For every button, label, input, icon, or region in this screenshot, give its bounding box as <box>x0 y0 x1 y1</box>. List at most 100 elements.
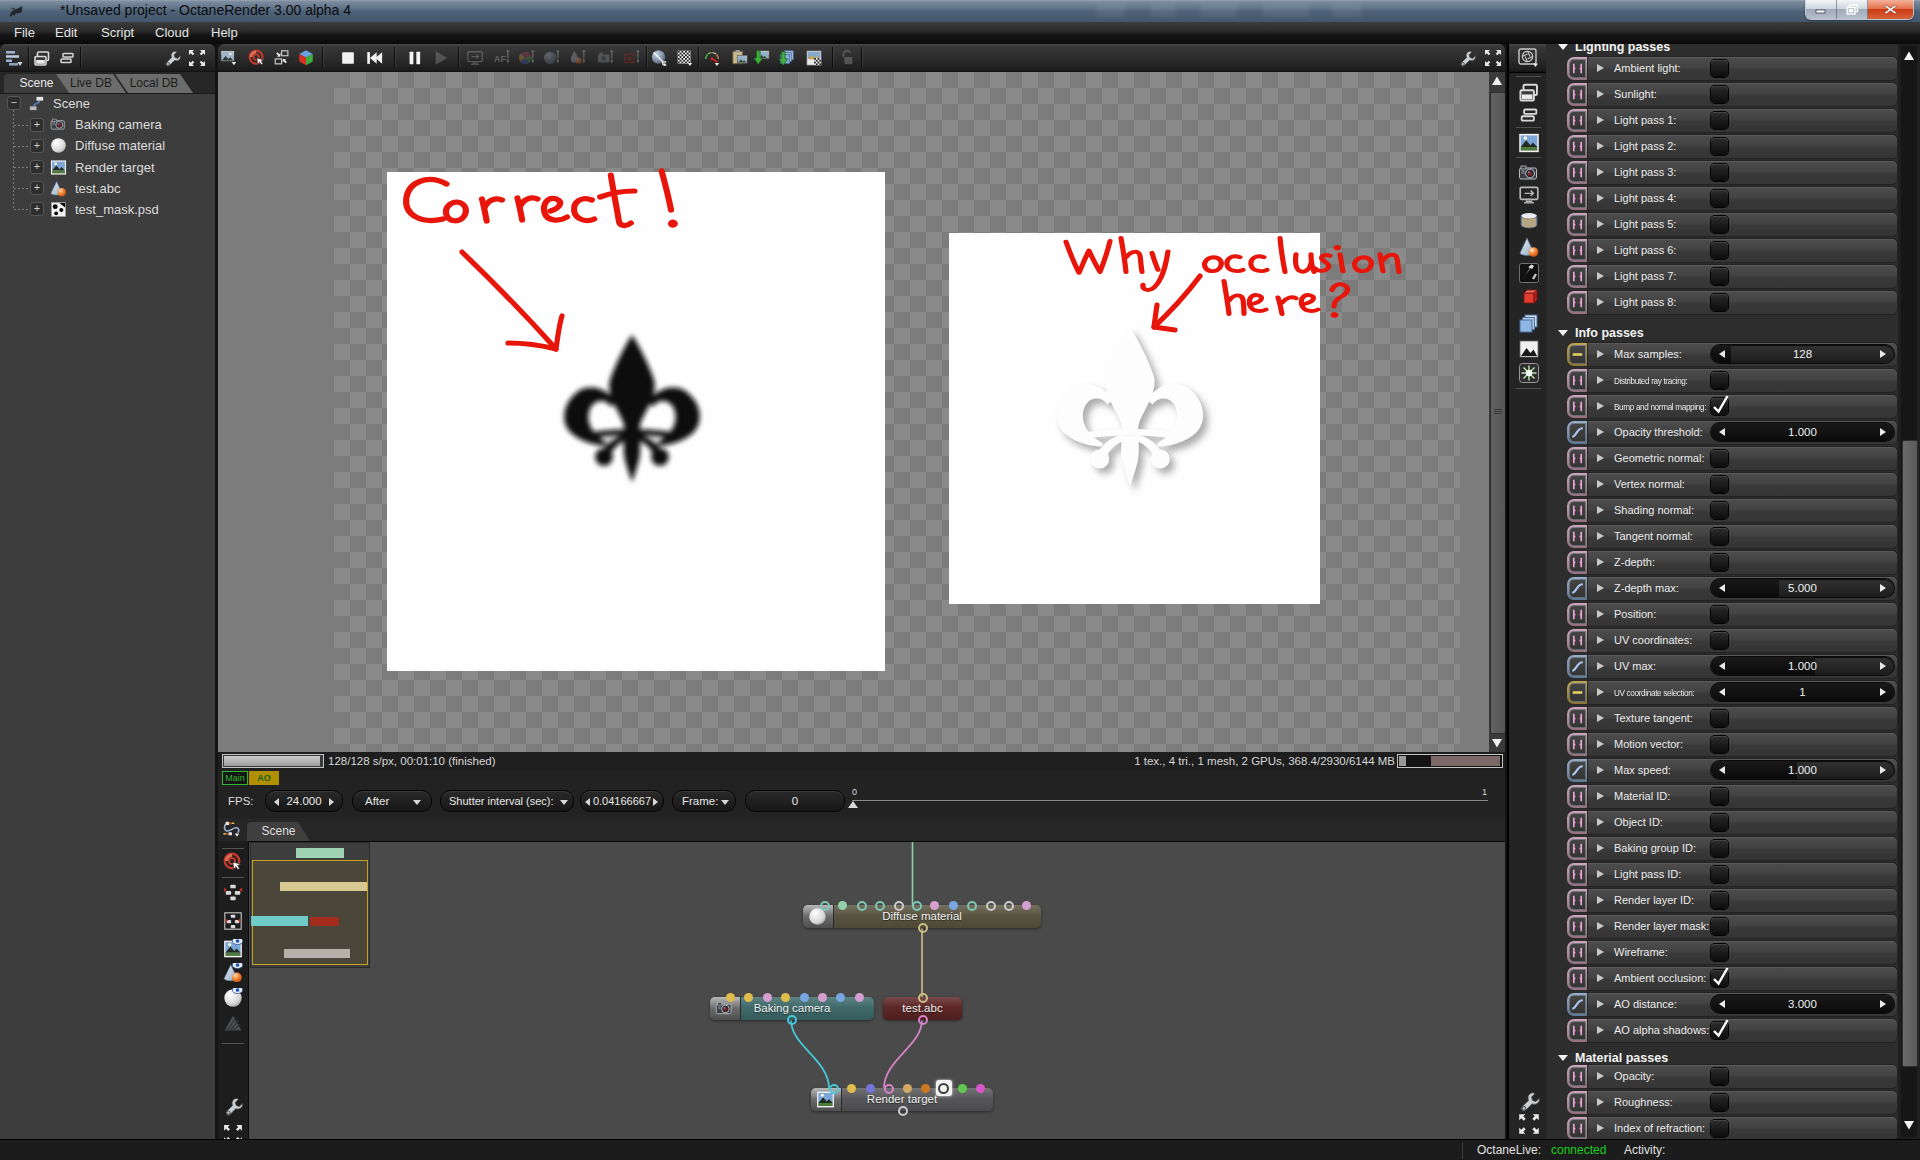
photo-icon[interactable] <box>1518 132 1540 154</box>
checkbox-unchecked[interactable] <box>1711 918 1728 935</box>
section-lighting-passes[interactable]: Lighting passes <box>1546 44 1920 57</box>
checkbox-checked[interactable] <box>1711 970 1728 987</box>
checkbox-unchecked[interactable] <box>1711 736 1728 753</box>
slider[interactable]: 1.000 <box>1711 657 1894 675</box>
monitor-loop-icon[interactable] <box>1518 184 1540 206</box>
slider[interactable]: 128 <box>1711 345 1894 363</box>
bool-pin-icon[interactable] <box>1567 395 1588 418</box>
bool-pin-icon[interactable] <box>1567 291 1588 314</box>
checkbox-unchecked[interactable] <box>1711 164 1728 181</box>
node-pin-selected[interactable] <box>936 1080 952 1096</box>
texture-view-icon[interactable] <box>223 1013 243 1033</box>
stepper-right-icon[interactable] <box>329 798 334 806</box>
expander-icon[interactable] <box>1597 1072 1604 1080</box>
slider[interactable]: 3.000 <box>1711 995 1894 1013</box>
slider-left-icon[interactable] <box>1719 662 1725 670</box>
bw-image-icon[interactable] <box>1518 338 1540 360</box>
float-pin-icon[interactable] <box>1567 577 1588 600</box>
bool-pin-icon[interactable] <box>1567 1091 1588 1114</box>
material-view-icon[interactable] <box>223 988 243 1008</box>
expander-icon[interactable] <box>1597 116 1604 124</box>
node-pin[interactable] <box>818 993 827 1002</box>
node-graph-tab-scene[interactable]: Scene <box>247 822 310 841</box>
stepper-right-icon[interactable] <box>653 798 658 806</box>
bool-pin-icon[interactable] <box>1567 525 1588 548</box>
expand-toggle[interactable]: + <box>30 139 44 153</box>
expander-icon[interactable] <box>1597 636 1604 644</box>
checkbox-checked[interactable] <box>1711 1022 1728 1039</box>
tile-windows-icon[interactable] <box>58 49 76 67</box>
checkbox-unchecked[interactable] <box>1711 502 1728 519</box>
frame-value-box[interactable]: 0 <box>745 790 845 812</box>
environment-icon[interactable] <box>1518 210 1540 232</box>
bool-pin-icon[interactable] <box>1567 135 1588 158</box>
slider-left-icon[interactable] <box>1719 350 1725 358</box>
shutter-alignment-dropdown[interactable]: After <box>352 790 432 812</box>
aperture-dropdown-icon[interactable] <box>1518 47 1540 69</box>
node-pin[interactable] <box>800 993 809 1002</box>
node-pin[interactable] <box>866 1084 875 1093</box>
node-pin[interactable] <box>820 901 830 911</box>
wrench-icon[interactable] <box>1458 49 1476 67</box>
expander-icon[interactable] <box>1597 870 1604 878</box>
expander-icon[interactable] <box>1597 428 1604 436</box>
region-picker-icon[interactable] <box>623 49 641 67</box>
gauge-icon[interactable] <box>703 49 721 67</box>
slider-left-icon[interactable] <box>1719 428 1725 436</box>
slider[interactable]: 5.000 <box>1711 579 1894 597</box>
node-pin[interactable] <box>726 993 735 1002</box>
tree-item-diffuse-material[interactable]: + Diffuse material <box>0 136 165 156</box>
tree-item-test-abc[interactable]: + test.abc <box>0 178 121 198</box>
tab-ao-pass[interactable]: AO <box>249 771 279 785</box>
node-pin[interactable] <box>986 901 996 911</box>
node-pin[interactable] <box>967 901 977 911</box>
expander-icon[interactable] <box>1597 1000 1604 1008</box>
node-pin[interactable] <box>921 1084 930 1093</box>
tab-main-pass[interactable]: Main <box>222 771 248 785</box>
expander-icon[interactable] <box>1597 844 1604 852</box>
collapse-toggle[interactable]: − <box>7 96 21 110</box>
camera-picker-icon[interactable] <box>597 49 615 67</box>
render-view-icon[interactable] <box>223 939 243 959</box>
recenter-target-icon[interactable] <box>248 49 266 67</box>
slider[interactable]: 1 <box>1711 683 1894 701</box>
menu-script[interactable]: Script <box>101 22 134 44</box>
tools-icon[interactable] <box>1518 262 1540 284</box>
node-pin[interactable] <box>829 1084 839 1094</box>
slider[interactable]: 1.000 <box>1711 761 1894 779</box>
bool-pin-icon[interactable] <box>1567 187 1588 210</box>
expander-icon[interactable] <box>1597 714 1604 722</box>
checkbox-unchecked[interactable] <box>1711 606 1728 623</box>
slider-left-icon[interactable] <box>1719 766 1725 774</box>
node-pin[interactable] <box>787 1015 797 1025</box>
expander-icon[interactable] <box>1597 974 1604 982</box>
bool-pin-icon[interactable] <box>1567 603 1588 626</box>
slider-right-icon[interactable] <box>1880 350 1886 358</box>
bool-pin-icon[interactable] <box>1567 733 1588 756</box>
checkbox-unchecked[interactable] <box>1711 294 1728 311</box>
checkbox-unchecked[interactable] <box>1711 86 1728 103</box>
tree-list-icon[interactable] <box>5 49 23 67</box>
bool-pin-icon[interactable] <box>1567 1065 1588 1088</box>
expand-toggle[interactable]: + <box>30 118 44 132</box>
checkbox-unchecked[interactable] <box>1711 1094 1728 1111</box>
bool-pin-icon[interactable] <box>1567 239 1588 262</box>
viewport-vscrollbar[interactable] <box>1489 72 1505 752</box>
node-pin[interactable] <box>857 901 867 911</box>
expander-icon[interactable] <box>1597 220 1604 228</box>
save-alpha-icon[interactable] <box>805 49 823 67</box>
expander-icon[interactable] <box>1597 480 1604 488</box>
node-diffuse-material[interactable]: Diffuse material <box>803 905 1041 928</box>
checkbox-unchecked[interactable] <box>1711 216 1728 233</box>
shutter-interval-dropdown[interactable]: Shutter interval (sec): <box>440 790 574 812</box>
expander-icon[interactable] <box>1597 298 1604 306</box>
recenter-target-icon[interactable] <box>223 852 243 872</box>
menu-help[interactable]: Help <box>211 22 238 44</box>
slider-left-icon[interactable] <box>1719 1000 1725 1008</box>
checkbox-unchecked[interactable] <box>1711 60 1728 77</box>
expand-toggle[interactable]: + <box>30 202 44 216</box>
scroll-down-icon[interactable] <box>1491 737 1503 749</box>
mesh-icon[interactable] <box>1518 236 1540 258</box>
image-dropdown-icon[interactable] <box>220 49 238 67</box>
menu-file[interactable]: File <box>14 22 35 44</box>
